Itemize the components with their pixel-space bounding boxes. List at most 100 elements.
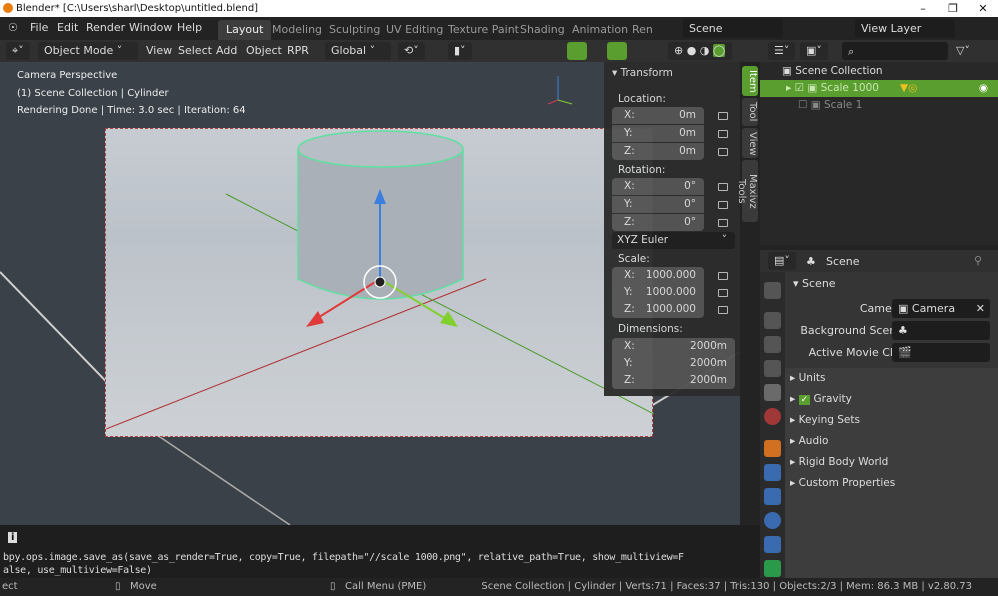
object-tab-icon[interactable]	[764, 440, 781, 457]
physics-tab-icon[interactable]	[764, 512, 781, 529]
filter-icon[interactable]: ▽˅	[950, 42, 976, 60]
panel-units[interactable]: ▸ Units	[790, 372, 825, 384]
scene-tab-icon[interactable]	[764, 384, 781, 401]
menu-rpr[interactable]: RPR	[281, 42, 315, 60]
maximize-button[interactable]: ❐	[938, 0, 968, 17]
lock-icon[interactable]	[718, 201, 728, 209]
overlay-toggle-icon[interactable]	[607, 42, 627, 60]
menu-file[interactable]: File	[30, 21, 48, 34]
lock-icon[interactable]	[718, 183, 728, 191]
scale-x-field[interactable]: X: 1000.000	[612, 267, 704, 284]
shading-modes[interactable]: ⊕ ● ◑ ◯	[668, 42, 732, 60]
pin-icon[interactable]: ⚲	[974, 254, 982, 267]
editor-type-button[interactable]: ⌖˅	[6, 42, 30, 60]
menu-render[interactable]: Render	[86, 21, 125, 34]
lock-icon[interactable]	[718, 289, 728, 297]
panel-title: Scene	[802, 277, 836, 290]
background-scene-field[interactable]: ♣	[892, 321, 990, 340]
view-layer-selector[interactable]: View Layer	[855, 19, 955, 38]
outliner-row-scale-1000[interactable]: ▸ ☑ ▣ Scale 1000 ▼◎ ◉	[760, 80, 998, 97]
eye-icon[interactable]: ◉	[979, 80, 988, 97]
menu-window[interactable]: Window	[129, 21, 172, 34]
transform-orientation-dropdown[interactable]: Global ˅	[325, 42, 391, 60]
rotation-y-field[interactable]: Y: 0°	[612, 196, 704, 213]
location-y-field[interactable]: Y: 0m	[612, 125, 704, 142]
blender-logo-icon	[3, 3, 13, 13]
checkbox-unchecked-icon[interactable]: ☐ ▣	[798, 99, 824, 111]
location-z-field[interactable]: Z: 0m	[612, 143, 704, 160]
tab-rendering[interactable]: Ren	[624, 20, 661, 40]
blender-menu-icon[interactable]: ☉	[8, 21, 18, 34]
snap-icon[interactable]: ▮˅	[448, 42, 472, 60]
object-mode-dropdown[interactable]: Object Mode ˅	[38, 42, 138, 60]
editor-type-button[interactable]: ▤˅	[768, 252, 796, 270]
active-object-label: (1) Scene Collection | Cylinder	[17, 88, 169, 99]
constraints-tab-icon[interactable]	[764, 536, 781, 553]
pivot-icon[interactable]: ⟲˅	[398, 42, 425, 60]
tab-view[interactable]: View	[742, 128, 758, 158]
outliner-row-scale-1[interactable]: ☐ ▣ Scale 1	[760, 97, 998, 114]
checkbox-checked-icon[interactable]: ☑ ▣	[795, 82, 821, 94]
menu-help[interactable]: Help	[177, 21, 202, 34]
checkbox-checked-icon[interactable]: ✓	[798, 395, 811, 405]
panel-keying-sets[interactable]: ▸ Keying Sets	[790, 414, 860, 426]
rotation-z-field[interactable]: Z: 0°	[612, 214, 704, 231]
tab-tool[interactable]: Tool	[742, 98, 758, 126]
panel-audio[interactable]: ▸ Audio	[790, 435, 828, 447]
lock-icon[interactable]	[718, 130, 728, 138]
properties-tabs	[760, 272, 785, 578]
view-layer-tab-icon[interactable]	[764, 360, 781, 377]
scale-y-field[interactable]: Y: 1000.000	[612, 284, 704, 301]
lock-icon[interactable]	[718, 272, 728, 280]
expand-arrow-icon[interactable]: ▸	[786, 82, 795, 94]
outliner-search-input[interactable]: ⌕	[842, 42, 948, 60]
panel-rigid-body-world[interactable]: ▸ Rigid Body World	[790, 456, 888, 468]
dimensions-y-field[interactable]: Y: 2000m	[612, 355, 735, 372]
tool-tab-icon[interactable]	[764, 282, 781, 299]
outliner: ☰˅ ▣˅ ⌕ ▽˅ ▣ Scene Collection ▸ ☑ ▣ Scal…	[760, 40, 998, 245]
axis-label: Y:	[624, 286, 633, 298]
lock-icon[interactable]	[718, 219, 728, 227]
menu-add[interactable]: Add	[210, 42, 243, 60]
tab-item[interactable]: Item	[742, 66, 758, 96]
scene-panel-header[interactable]: ▾ Scene	[793, 277, 836, 290]
dimensions-x-field[interactable]: X: 2000m	[612, 338, 735, 355]
dimensions-z-field[interactable]: Z: 2000m	[612, 372, 735, 389]
minimize-button[interactable]: –	[908, 0, 938, 17]
field-value: 2000m	[690, 340, 727, 352]
field-value: 1000.000	[645, 303, 696, 315]
editor-type-button[interactable]: ☰˅	[768, 42, 796, 60]
panel-gravity[interactable]: ▸ ✓ Gravity	[790, 393, 852, 405]
clear-icon[interactable]: ✕	[976, 302, 985, 315]
lock-icon[interactable]	[718, 148, 728, 156]
rotation-x-field[interactable]: X: 0°	[612, 178, 704, 195]
info-icon[interactable]: i	[8, 532, 18, 543]
scene-selector[interactable]: Scene	[683, 19, 783, 38]
display-mode-button[interactable]: ▣˅	[800, 42, 828, 60]
scale-z-field[interactable]: Z: 1000.000	[612, 301, 704, 318]
render-tab-icon[interactable]	[764, 312, 781, 329]
axis-label: X:	[624, 109, 635, 121]
tab-maxivz-tools[interactable]: Maxivz Tools	[736, 160, 758, 222]
location-x-field[interactable]: X: 0m	[612, 107, 704, 124]
rotation-mode-dropdown[interactable]: XYZ Euler ˅	[612, 232, 735, 249]
axis-label: X:	[624, 269, 635, 281]
panel-custom-properties[interactable]: ▸ Custom Properties	[790, 477, 895, 489]
world-tab-icon[interactable]	[764, 408, 781, 425]
close-button[interactable]: ✕	[968, 0, 998, 17]
rotation-mode-value: XYZ Euler	[617, 234, 669, 246]
lock-icon[interactable]	[718, 112, 728, 120]
navigation-axis-gizmo[interactable]	[540, 72, 580, 108]
active-movie-clip-field[interactable]: 🎬	[892, 343, 990, 362]
particles-tab-icon[interactable]	[764, 488, 781, 505]
gizmo-toggle-icon[interactable]	[567, 42, 587, 60]
outliner-row-scene-collection[interactable]: ▣ Scene Collection	[760, 63, 998, 80]
lock-icon[interactable]	[718, 306, 728, 314]
transform-header[interactable]: ▾ Transform	[612, 67, 673, 79]
axis-label: Y:	[624, 127, 633, 139]
modifier-tab-icon[interactable]	[764, 464, 781, 481]
output-tab-icon[interactable]	[764, 336, 781, 353]
data-tab-icon[interactable]	[764, 560, 781, 577]
menu-edit[interactable]: Edit	[57, 21, 78, 34]
camera-field[interactable]: ▣ Camera ✕	[892, 299, 990, 318]
